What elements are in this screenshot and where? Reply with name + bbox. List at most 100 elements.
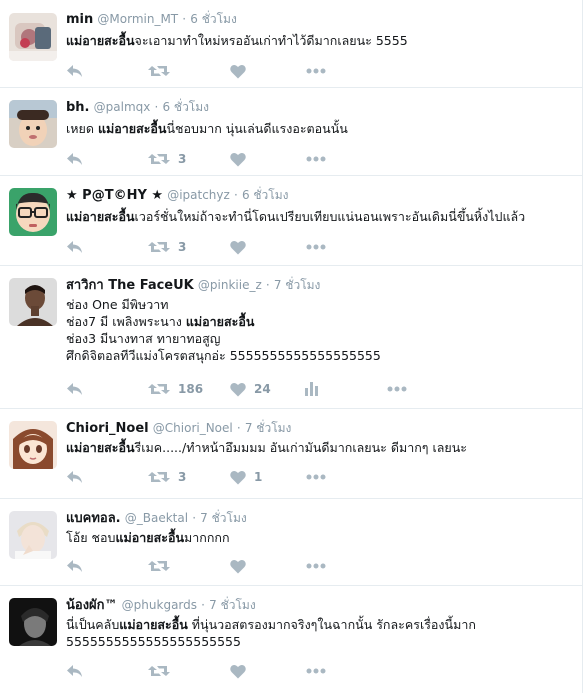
tweet[interactable]: น้องผัก™ @phukgards · 7 ชั่วโมง นี่เป็นค…: [0, 586, 583, 693]
heart-icon: [230, 559, 246, 574]
tweet-header: สาวิกา The FaceUK @pinkiie_z · 7 ชั่วโมง: [66, 278, 321, 293]
retweet-icon: [148, 381, 170, 397]
text-run: ช่อง3 มีนางทาส ทายาทอสูญ: [66, 331, 221, 346]
tweet-text-line: ช่อง3 มีนางทาส ทายาทอสูญ: [66, 330, 381, 347]
text-run: ที่นุ่นวอสตรองมากจริงๆในฉากนั้น รักละครเ…: [187, 617, 476, 632]
timestamp[interactable]: 6 ชั่วโมง: [242, 188, 289, 202]
reply-icon: [66, 151, 84, 167]
text-run: มากกกก: [184, 530, 230, 545]
hashtag-keyword: แม่อายสะอื้น: [66, 440, 135, 455]
tweet[interactable]: แบคทอล. @_Baektal · 7 ชั่วโมง โอ้ย ชอบแม…: [0, 499, 583, 586]
bar-chart-icon: [305, 382, 319, 396]
timestamp[interactable]: 7 ชั่วโมง: [245, 421, 292, 435]
user-handle[interactable]: @palmqx: [94, 100, 151, 114]
like-count: 24: [254, 382, 271, 396]
timestamp[interactable]: 6 ชั่วโมง: [162, 100, 209, 114]
retweet-button[interactable]: 186: [148, 379, 203, 399]
user-handle[interactable]: @Mormin_MT: [97, 12, 178, 26]
hashtag-keyword: แม่อายสะอื้น: [66, 33, 135, 48]
tweet[interactable]: ★ P@T©HY ★ @ipatchyz · 6 ชั่วโมง แม่อายส…: [0, 176, 583, 266]
tweet[interactable]: bh. @palmqx · 6 ชั่วโมง เหยด แม่อายสะอื้…: [0, 88, 583, 176]
display-name[interactable]: bh.: [66, 100, 90, 115]
timestamp[interactable]: 6 ชั่วโมง: [190, 12, 237, 26]
reply-icon: [66, 469, 84, 485]
tweet-text: ช่อง One มีพิษวาท ช่อง7 มี เพลิงพระนาง แม…: [66, 296, 381, 364]
timestamp[interactable]: 7 ชั่วโมง: [274, 278, 321, 292]
reply-button[interactable]: [66, 661, 84, 681]
tweet-header: แบคทอล. @_Baektal · 7 ชั่วโมง: [66, 511, 247, 526]
user-handle[interactable]: @pinkiie_z: [198, 278, 262, 292]
like-button[interactable]: [230, 61, 246, 81]
more-button[interactable]: [306, 556, 326, 576]
display-name[interactable]: ★ P@T©HY ★: [66, 188, 163, 203]
like-button[interactable]: [230, 237, 246, 257]
reply-button[interactable]: [66, 149, 84, 169]
tweet-text: แม่อายสะอื้นรีเมค...../ทำหน้าอึมมมม อันเ…: [66, 439, 467, 456]
tweet-header: min @Mormin_MT · 6 ชั่วโมง: [66, 12, 237, 27]
retweet-icon: [148, 63, 170, 79]
retweet-button[interactable]: 3: [148, 237, 186, 257]
timestamp[interactable]: 7 ชั่วโมง: [209, 598, 256, 612]
like-button[interactable]: [230, 149, 246, 169]
like-button[interactable]: 1: [230, 467, 262, 487]
display-name[interactable]: min: [66, 12, 93, 27]
avatar[interactable]: [9, 13, 57, 61]
avatar[interactable]: [9, 511, 57, 559]
text-run: เหยด: [66, 121, 98, 136]
more-button[interactable]: [306, 61, 326, 81]
tweet[interactable]: min @Mormin_MT · 6 ชั่วโมง แม่อายสะอื้นจ…: [0, 0, 583, 88]
reply-button[interactable]: [66, 556, 84, 576]
retweet-button[interactable]: [148, 61, 170, 81]
more-button[interactable]: [306, 661, 326, 681]
tweet-text-line: ช่อง One มีพิษวาท: [66, 296, 381, 313]
reply-button[interactable]: [66, 237, 84, 257]
retweet-button[interactable]: 3: [148, 467, 186, 487]
retweet-count: 3: [178, 240, 187, 254]
avatar[interactable]: [9, 598, 57, 646]
hashtag-keyword: แม่อายสะอื้น: [185, 314, 255, 329]
display-name[interactable]: น้องผัก™: [66, 598, 118, 613]
tweet-text-line: ช่อง7 มี เพลิงพระนาง แม่อายสะอื้น: [66, 313, 381, 330]
more-icon: [306, 563, 326, 569]
avatar[interactable]: [9, 421, 57, 469]
user-handle[interactable]: @_Baektal: [125, 511, 188, 525]
tweet-text-line: โอ้ย ชอบแม่อายสะอื้นมากกกก: [66, 529, 230, 546]
hashtag-keyword: แม่อายสะอื้น: [66, 209, 135, 224]
reply-button[interactable]: [66, 467, 84, 487]
tweet-text: โอ้ย ชอบแม่อายสะอื้นมากกกก: [66, 529, 230, 546]
tweet-text-line: นี่เป็นคลับแม่อายสะอื้น ที่นุ่นวอสตรองมา…: [66, 616, 476, 633]
reply-button[interactable]: [66, 379, 84, 399]
avatar[interactable]: [9, 188, 57, 236]
display-name[interactable]: แบคทอล.: [66, 511, 121, 526]
retweet-button[interactable]: [148, 556, 170, 576]
hashtag-keyword: แม่อายสะอื้น: [97, 121, 167, 136]
more-button[interactable]: [306, 149, 326, 169]
retweet-button[interactable]: [148, 661, 170, 681]
avatar[interactable]: [9, 278, 57, 326]
display-name[interactable]: Chiori_Noel: [66, 421, 149, 436]
tweet-text-line: เหยด แม่อายสะอื้นนี่ชอบมาก นุ่นเล่นดีแรง…: [66, 120, 348, 137]
analytics-button[interactable]: [305, 379, 319, 399]
avatar[interactable]: [9, 100, 57, 148]
tweet[interactable]: สาวิกา The FaceUK @pinkiie_z · 7 ชั่วโมง…: [0, 266, 583, 409]
like-button[interactable]: 24: [230, 379, 271, 399]
more-button[interactable]: [306, 237, 326, 257]
reply-icon: [66, 63, 84, 79]
like-button[interactable]: [230, 661, 246, 681]
user-handle[interactable]: @phukgards: [122, 598, 197, 612]
tweet-text-line: แม่อายสะอื้นรีเมค...../ทำหน้าอึมมมม อันเ…: [66, 439, 467, 456]
retweet-button[interactable]: 3: [148, 149, 186, 169]
user-handle[interactable]: @ipatchyz: [167, 188, 230, 202]
display-name[interactable]: สาวิกา The FaceUK: [66, 278, 194, 293]
timeline: min @Mormin_MT · 6 ชั่วโมง แม่อายสะอื้นจ…: [0, 0, 583, 693]
more-button[interactable]: [306, 467, 326, 487]
like-button[interactable]: [230, 556, 246, 576]
tweet[interactable]: Chiori_Noel @Chiori_Noel · 7 ชั่วโมง แม่…: [0, 409, 583, 499]
reply-icon: [66, 381, 84, 397]
timestamp[interactable]: 7 ชั่วโมง: [200, 511, 247, 525]
reply-button[interactable]: [66, 61, 84, 81]
retweet-icon: [148, 558, 170, 574]
user-handle[interactable]: @Chiori_Noel: [153, 421, 233, 435]
text-run: ช่อง One มีพิษวาท: [66, 297, 169, 312]
more-button[interactable]: [387, 379, 407, 399]
